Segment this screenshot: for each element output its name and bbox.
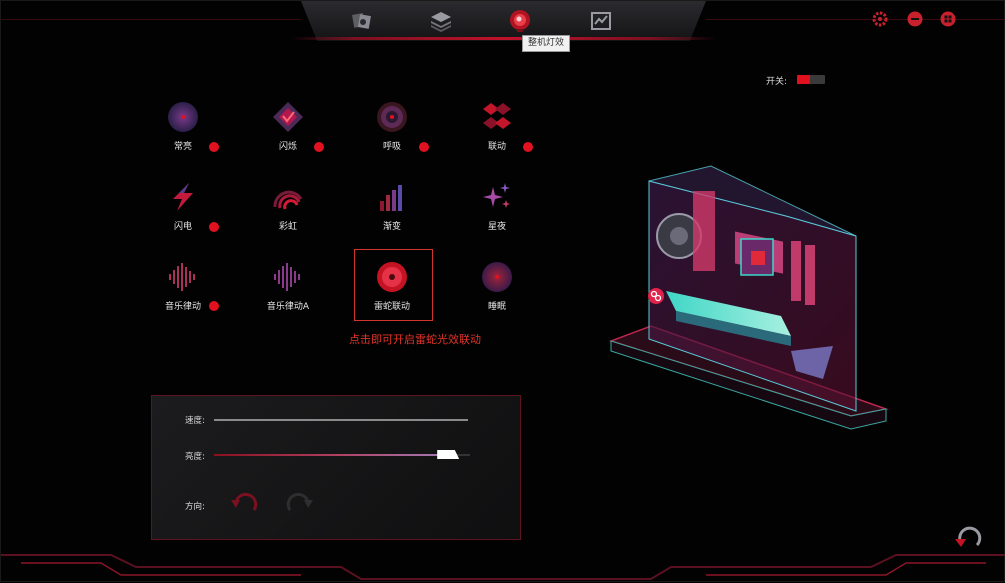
- rainbow-icon: [273, 190, 303, 210]
- music-wave-icon: [169, 263, 195, 291]
- direction-label: 方向:: [185, 502, 205, 512]
- reset-icon[interactable]: [953, 525, 985, 551]
- stars-icon: [483, 183, 510, 208]
- power-switch[interactable]: [797, 75, 825, 84]
- effect-label: 星夜: [487, 222, 506, 232]
- power-switch-label: 开关:: [766, 77, 788, 87]
- effect-music-a[interactable]: 音乐律动A: [248, 261, 328, 321]
- effect-lightning[interactable]: 闪电: [143, 181, 223, 241]
- effect-static[interactable]: 常亮: [143, 101, 223, 161]
- minimize-icon[interactable]: [907, 11, 923, 27]
- sleep-icon: [482, 262, 512, 292]
- close-icon[interactable]: [940, 11, 956, 27]
- brightness-label: 亮度:: [185, 452, 205, 462]
- control-panel: 速度: 亮度: 方向:: [151, 395, 521, 540]
- effect-label: 渐变: [382, 222, 401, 232]
- effect-label: 音乐律动A: [266, 302, 310, 312]
- top-decoration-right: [706, 1, 1005, 20]
- effect-status-dot: [314, 142, 324, 152]
- direction-right-icon[interactable]: [284, 492, 316, 516]
- effect-status-dot: [209, 222, 219, 232]
- power-switch-knob: [797, 75, 810, 84]
- speed-slider[interactable]: [214, 419, 468, 421]
- lighting-icon[interactable]: [508, 9, 532, 33]
- brightness-thumb[interactable]: [437, 450, 460, 459]
- music-wave-a-icon: [274, 263, 300, 291]
- effect-gradient[interactable]: 渐变: [352, 181, 432, 241]
- effect-label: 睡眠: [487, 302, 506, 312]
- monitor-chart-icon[interactable]: [589, 9, 613, 33]
- pc-case-illustration: [608, 165, 889, 430]
- top-nav-glow: [291, 37, 716, 40]
- razer-sync-hint: 点击即可开启雷蛇光效联动: [349, 333, 481, 346]
- effect-music[interactable]: 音乐律动: [143, 261, 223, 321]
- nav-tooltip: 整机灯效: [522, 35, 570, 52]
- breath-icon: [377, 102, 407, 132]
- lightning-icon: [173, 183, 193, 211]
- settings-gear-icon[interactable]: [872, 11, 888, 27]
- effect-blink[interactable]: 闪烁: [248, 101, 328, 161]
- direction-left-icon[interactable]: [228, 492, 260, 516]
- effect-label: 彩虹: [278, 222, 297, 232]
- selected-effect-frame: [354, 249, 433, 321]
- app-window: 整机灯效 开关: 常亮 闪烁 呼吸 联动 闪电 彩虹 渐变 星夜 音乐律动 音乐…: [0, 0, 1005, 582]
- effect-status-dot: [523, 142, 533, 152]
- layers-icon[interactable]: [429, 9, 453, 33]
- speed-label: 速度:: [185, 416, 205, 426]
- device-cards-icon[interactable]: [350, 9, 374, 33]
- effect-sleep[interactable]: 睡眠: [457, 261, 537, 321]
- diamond-flash-icon: [273, 102, 303, 132]
- gradient-bars-icon: [380, 185, 402, 211]
- effect-starry-night[interactable]: 星夜: [457, 181, 537, 241]
- effect-status-dot: [209, 301, 219, 311]
- disc-icon: [168, 102, 198, 132]
- effect-status-dot: [209, 142, 219, 152]
- top-decoration-left: [1, 1, 301, 20]
- effect-status-dot: [419, 142, 429, 152]
- brightness-slider[interactable]: [214, 450, 470, 459]
- effect-breath[interactable]: 呼吸: [352, 101, 432, 161]
- brightness-fill: [214, 454, 458, 456]
- effect-sync[interactable]: 联动: [457, 101, 537, 161]
- effect-rainbow[interactable]: 彩虹: [248, 181, 328, 241]
- bottom-decoration: [1, 554, 1005, 580]
- link-cubes-icon: [483, 103, 511, 129]
